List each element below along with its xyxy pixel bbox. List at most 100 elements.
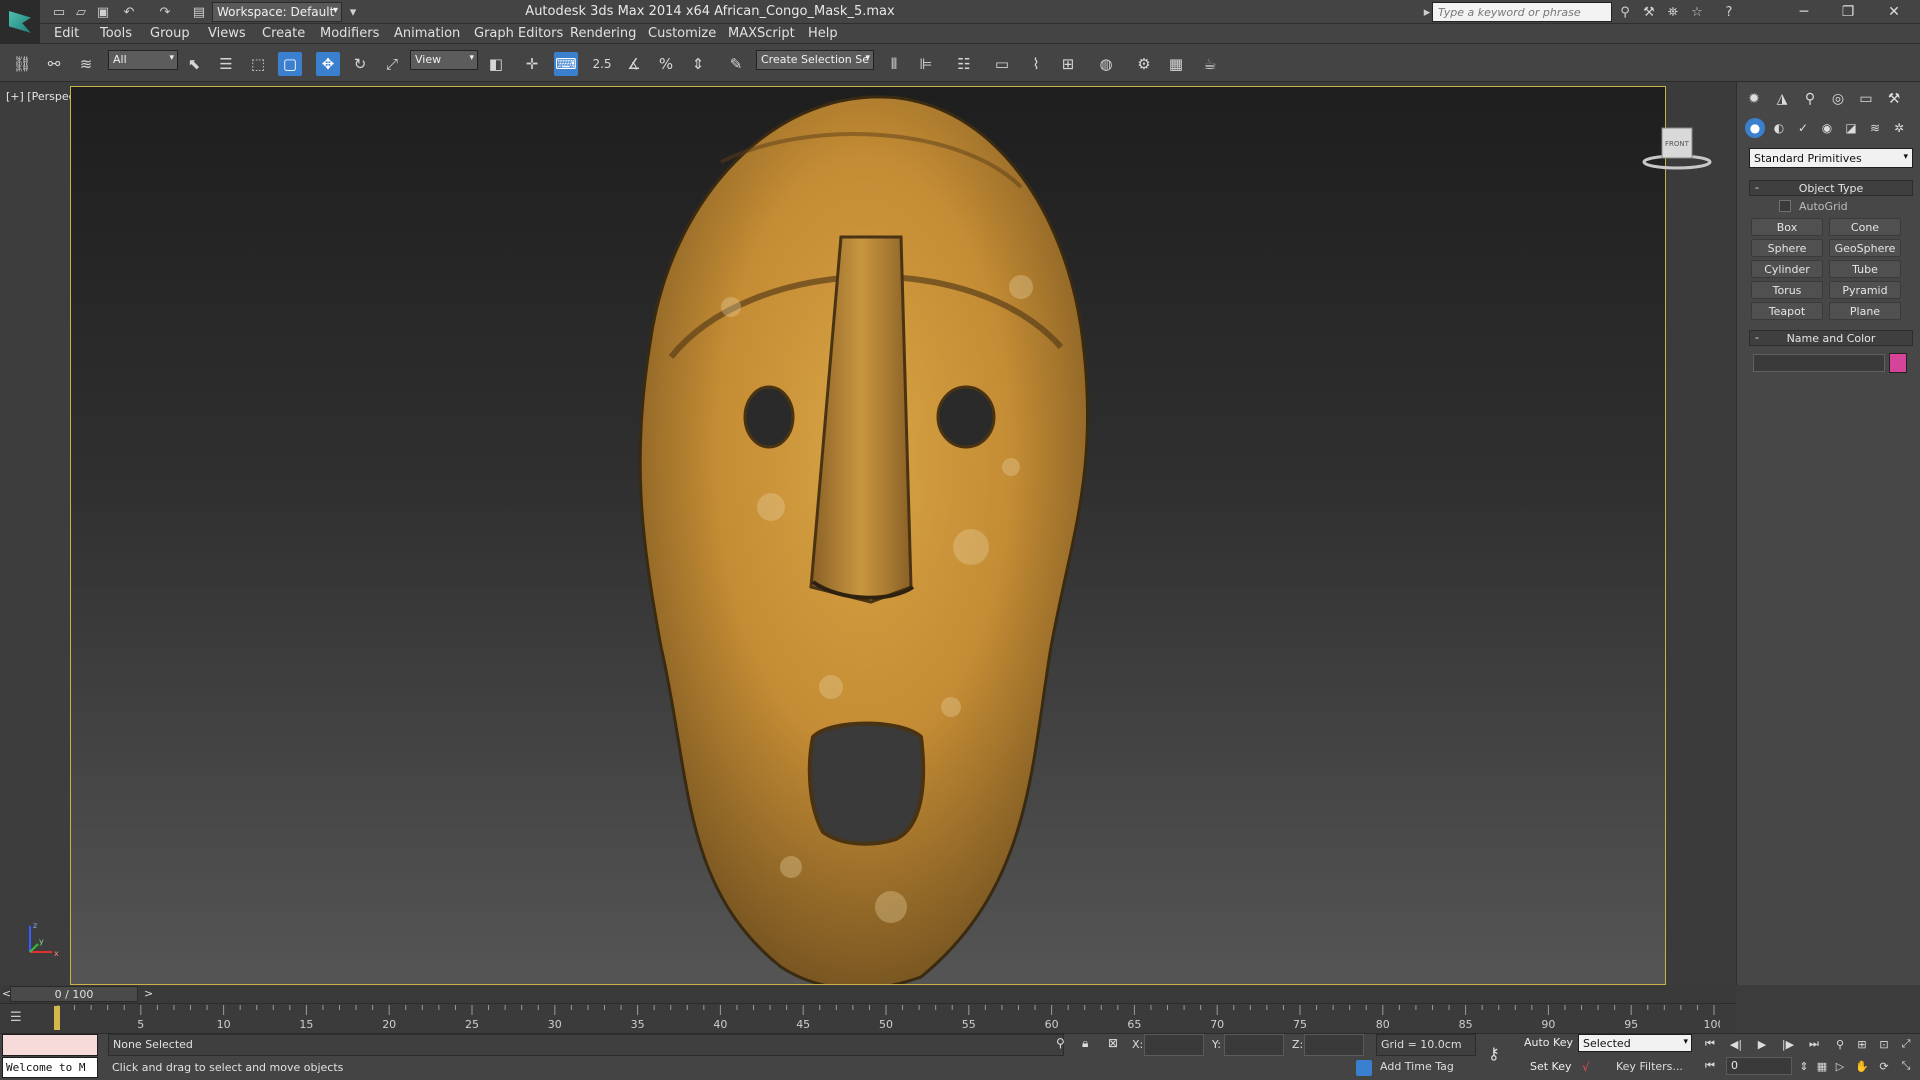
mini-curve-editor-icon[interactable]: ☰ xyxy=(10,1010,34,1028)
autogrid-checkbox[interactable] xyxy=(1779,200,1791,212)
create-tab-sun-icon[interactable]: ✹ xyxy=(1743,88,1765,110)
keyword-search-input[interactable]: Type a keyword or phrase xyxy=(1432,2,1612,22)
unlink-selection-icon[interactable]: ⚯ xyxy=(42,52,66,76)
rectangular-selection-icon[interactable]: ⬚ xyxy=(246,52,270,76)
geosphere-button[interactable]: GeoSphere xyxy=(1829,239,1901,257)
add-time-tag-button[interactable]: Add Time Tag xyxy=(1380,1060,1454,1073)
key-mode-toggle-icon[interactable]: ⏮ xyxy=(1700,1057,1720,1075)
isolate-selection-icon[interactable]: ⚲ xyxy=(1056,1036,1065,1050)
snaps-toggle-icon[interactable]: 2.5 xyxy=(590,52,614,76)
window-crossing-icon[interactable]: ▢ xyxy=(278,52,302,76)
field-of-view-icon[interactable]: ▷ xyxy=(1830,1057,1850,1075)
selection-filter-dropdown[interactable]: All ▾ xyxy=(108,50,178,70)
select-object-icon[interactable]: ⬉ xyxy=(182,52,206,76)
select-manipulate-icon[interactable]: ✛ xyxy=(520,52,544,76)
modify-tab-icon[interactable]: ◮ xyxy=(1771,88,1793,110)
mirror-icon[interactable]: ⫴ xyxy=(882,52,906,76)
helpers-subtab-icon[interactable]: ◪ xyxy=(1841,118,1861,138)
render-production-icon[interactable]: ☕ xyxy=(1198,52,1222,76)
key-tangent-icon[interactable]: √ xyxy=(1582,1060,1590,1074)
set-key-button[interactable]: Set Key xyxy=(1530,1060,1572,1073)
go-to-end-icon[interactable]: ⏭ xyxy=(1804,1035,1824,1053)
menu-tools[interactable]: Tools xyxy=(100,26,132,41)
previous-frame-icon[interactable]: ◀| xyxy=(1726,1035,1746,1053)
lights-subtab-icon[interactable]: ✓ xyxy=(1793,118,1813,138)
spinner-snap-icon[interactable]: ⇕ xyxy=(686,52,710,76)
torus-button[interactable]: Torus xyxy=(1751,281,1823,299)
pivot-center-icon[interactable]: ◧ xyxy=(484,52,508,76)
menu-edit[interactable]: Edit xyxy=(54,26,79,41)
motion-tab-icon[interactable]: ◎ xyxy=(1827,88,1849,110)
reference-coordinate-dropdown[interactable]: View ▾ xyxy=(410,50,478,70)
display-tab-icon[interactable]: ▭ xyxy=(1855,88,1877,110)
sphere-button[interactable]: Sphere xyxy=(1751,239,1823,257)
maxscript-mini-listener[interactable]: Welcome to M xyxy=(2,1057,98,1078)
align-icon[interactable]: ⊫ xyxy=(914,52,938,76)
time-tag-icon[interactable] xyxy=(1356,1060,1372,1076)
frame-spinner-icon[interactable]: ⇕ xyxy=(1794,1057,1814,1075)
key-mode-dropdown[interactable]: Selected ▾ xyxy=(1578,1034,1692,1052)
layer-manager-icon[interactable]: ☷ xyxy=(952,52,976,76)
zoom-extents-icon[interactable]: ⊡ xyxy=(1874,1035,1894,1053)
object-color-swatch[interactable] xyxy=(1889,353,1907,373)
restore-icon[interactable]: ❐ xyxy=(1826,0,1870,24)
named-selection-sets-dropdown[interactable]: Create Selection Se ▾ xyxy=(756,50,874,70)
viewcube[interactable]: FRONT xyxy=(1642,124,1712,174)
schematic-view-icon[interactable]: ⊞ xyxy=(1056,52,1080,76)
utilities-tab-icon[interactable]: ⚒ xyxy=(1883,88,1905,110)
perspective-viewport[interactable] xyxy=(70,86,1666,985)
keyboard-shortcut-override-icon[interactable]: ⌨ xyxy=(554,52,578,76)
x-coord-input[interactable] xyxy=(1144,1034,1204,1056)
pan-view-icon[interactable]: ✋ xyxy=(1852,1057,1872,1075)
teapot-button[interactable]: Teapot xyxy=(1751,302,1823,320)
menu-views[interactable]: Views xyxy=(208,26,246,41)
pyramid-button[interactable]: Pyramid xyxy=(1829,281,1901,299)
menu-create[interactable]: Create xyxy=(262,26,305,41)
rendered-frame-window-icon[interactable]: ▦ xyxy=(1164,52,1188,76)
y-coord-input[interactable] xyxy=(1224,1034,1284,1056)
percent-snap-icon[interactable]: % xyxy=(654,52,678,76)
select-and-scale-icon[interactable]: ⤢ xyxy=(380,52,404,76)
next-frame-icon[interactable]: |▶ xyxy=(1778,1035,1798,1053)
menu-maxscript[interactable]: MAXScript xyxy=(728,26,795,41)
cylinder-button[interactable]: Cylinder xyxy=(1751,260,1823,278)
tube-button[interactable]: Tube xyxy=(1829,260,1901,278)
auto-key-button[interactable]: Auto Key xyxy=(1524,1036,1573,1049)
close-icon[interactable]: ✕ xyxy=(1872,0,1916,24)
render-setup-icon[interactable]: ⚙ xyxy=(1132,52,1156,76)
plane-button[interactable]: Plane xyxy=(1829,302,1901,320)
play-icon[interactable]: ▶ xyxy=(1752,1035,1772,1053)
set-key-mode-key-icon[interactable]: ⚷ xyxy=(1488,1044,1500,1063)
select-and-link-icon[interactable]: ⛓ xyxy=(10,52,34,76)
maxscript-listener-pane[interactable] xyxy=(2,1034,98,1056)
absolute-mode-icon[interactable]: ⊠ xyxy=(1108,1036,1118,1050)
current-frame-input[interactable]: 0 xyxy=(1726,1057,1792,1075)
menu-rendering[interactable]: Rendering xyxy=(570,26,636,41)
angle-snap-icon[interactable]: ∡ xyxy=(622,52,646,76)
zoom-icon[interactable]: ⚲ xyxy=(1830,1035,1850,1053)
search-binoculars-icon[interactable]: ⚲ xyxy=(1616,3,1634,21)
menu-customize[interactable]: Customize xyxy=(648,26,716,41)
time-cursor[interactable] xyxy=(54,1006,60,1030)
minimize-icon[interactable]: ─ xyxy=(1782,0,1826,24)
selection-lock-icon[interactable]: 🔒︎ xyxy=(1082,1036,1088,1051)
select-and-rotate-icon[interactable]: ↻ xyxy=(348,52,372,76)
favorites-star-icon[interactable]: ☆ xyxy=(1688,3,1706,21)
systems-subtab-icon[interactable]: ✲ xyxy=(1889,118,1909,138)
key-filters-button[interactable]: Key Filters... xyxy=(1616,1060,1683,1073)
time-slider-track[interactable] xyxy=(0,985,1736,1003)
time-slider-thumb[interactable]: 0 / 100 xyxy=(10,986,138,1002)
time-configuration-icon[interactable]: ▦ xyxy=(1812,1057,1832,1075)
menu-group[interactable]: Group xyxy=(150,26,190,41)
select-by-name-icon[interactable]: ☰ xyxy=(214,52,238,76)
cameras-subtab-icon[interactable]: ◉ xyxy=(1817,118,1837,138)
help-icon[interactable]: ? xyxy=(1720,3,1738,21)
object-name-input[interactable] xyxy=(1753,354,1885,372)
go-to-start-icon[interactable]: ⏮ xyxy=(1700,1035,1720,1053)
subscription-center-icon[interactable]: ⚒ xyxy=(1640,3,1658,21)
edit-named-selection-icon[interactable]: ✎ xyxy=(724,52,748,76)
space-warps-subtab-icon[interactable]: ≋ xyxy=(1865,118,1885,138)
menu-help[interactable]: Help xyxy=(808,26,838,41)
bind-space-warp-icon[interactable]: ≋ xyxy=(74,52,98,76)
cone-button[interactable]: Cone xyxy=(1829,218,1901,236)
